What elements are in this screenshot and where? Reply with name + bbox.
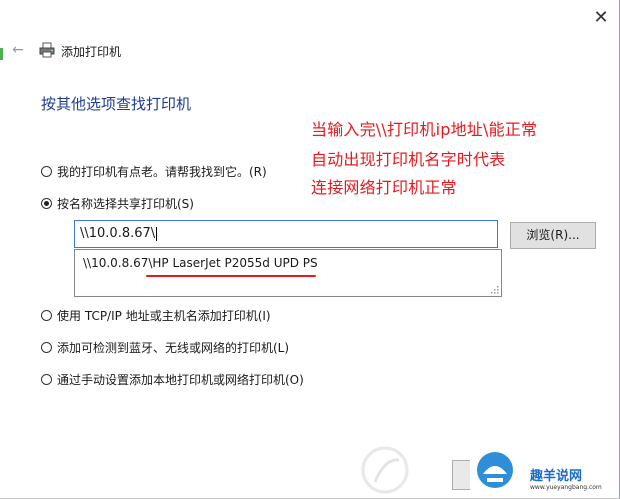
window-title: 添加打印机	[61, 45, 122, 59]
text-caret	[156, 226, 158, 241]
annotation-line-3: 连接网络打印机正常	[311, 178, 457, 197]
suggestion-prefix: \\10.0.8.67\	[83, 256, 153, 270]
printer-icon	[39, 42, 55, 58]
option-bluetooth-wireless[interactable]: 添加可检测到蓝牙、无线或网络的打印机(L)	[41, 338, 289, 356]
option-label: 使用 TCP/IP 地址或主机名添加打印机(I)	[57, 308, 271, 323]
option-shared-by-name[interactable]: 按名称选择共享打印机(S)	[41, 194, 194, 212]
radio-button[interactable]	[41, 373, 52, 385]
autocomplete-item[interactable]: \\10.0.8.67\HP LaserJet P2055d UPD PS	[83, 256, 318, 270]
option-manual-local[interactable]: 通过手动设置添加本地打印机或网络打印机(O)	[41, 370, 304, 388]
radio-button-selected[interactable]	[41, 197, 52, 209]
radio-button[interactable]	[41, 341, 52, 353]
page-heading: 按其他选项查找打印机	[41, 95, 192, 113]
watermark-brand: 趣羊说网	[530, 469, 583, 484]
share-name-input[interactable]: \\10.0.8.67\	[74, 220, 498, 248]
option-label: 按名称选择共享打印机(S)	[57, 196, 194, 211]
suggestion-printer-name: HP LaserJet P2055d UPD PS	[152, 256, 318, 270]
annotation-line-2: 自动出现打印机名字时代表	[311, 150, 506, 169]
autocomplete-dropdown: \\10.0.8.67\HP LaserJet P2055d UPD PS	[74, 249, 502, 297]
option-label: 我的打印机有点老。请帮我找到它。(R)	[57, 164, 267, 179]
browse-button[interactable]: 浏览(R)...	[510, 222, 596, 249]
back-arrow-icon: ←	[12, 42, 24, 58]
option-label: 通过手动设置添加本地打印机或网络打印机(O)	[57, 372, 304, 387]
close-icon: ✕	[593, 7, 609, 28]
share-name-value: \\10.0.8.67\	[80, 226, 156, 241]
annotation-line-1: 当输入完\\打印机ip地址\能正常	[311, 120, 538, 139]
background-window-edge	[0, 48, 3, 60]
back-button[interactable]: ←	[9, 42, 27, 58]
option-old-printer[interactable]: 我的打印机有点老。请帮我找到它。(R)	[41, 162, 267, 180]
annotation-underline	[146, 275, 316, 277]
option-label: 添加可检测到蓝牙、无线或网络的打印机(L)	[57, 340, 290, 355]
radio-button[interactable]	[41, 165, 52, 177]
watermark-url: www.yueyangbang.com	[530, 484, 602, 491]
close-button[interactable]: ✕	[591, 8, 611, 28]
radio-button[interactable]	[41, 309, 52, 321]
resize-grip-icon[interactable]	[489, 284, 499, 294]
option-tcp-ip[interactable]: 使用 TCP/IP 地址或主机名添加打印机(I)	[41, 306, 271, 324]
